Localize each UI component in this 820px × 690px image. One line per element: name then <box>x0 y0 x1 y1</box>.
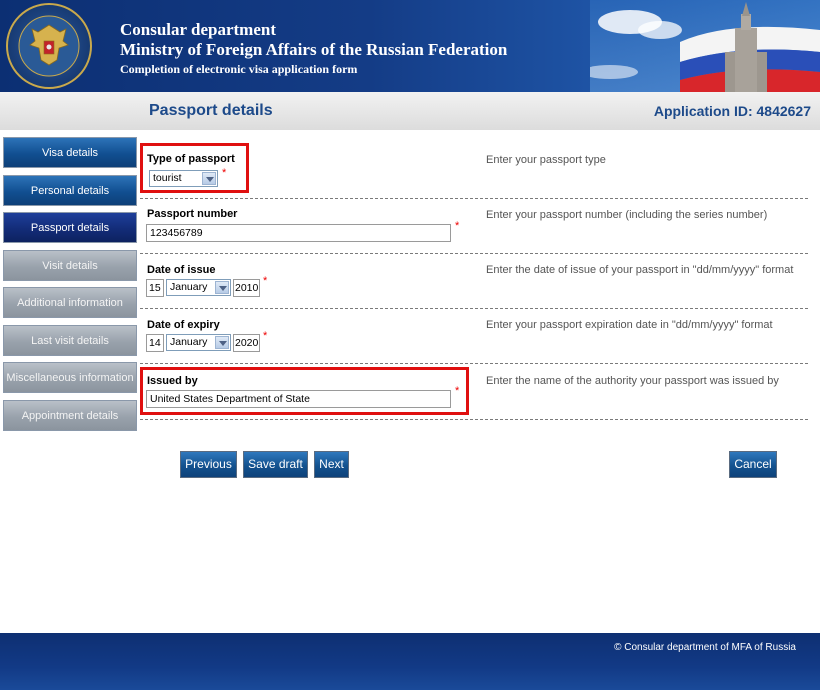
sidebar-nav: Visa details Personal details Passport d… <box>3 137 138 437</box>
date-of-expiry-month-value: January <box>170 336 208 348</box>
form-row-date-of-issue: Date of issue 15 January 2010 * Enter th… <box>140 254 808 309</box>
date-of-expiry-day-input[interactable]: 14 <box>146 334 164 352</box>
page-title: Passport details <box>149 102 273 119</box>
passport-number-input[interactable]: 123456789 <box>146 224 451 242</box>
footer-copyright: © Consular department of MFA of Russia <box>614 642 796 653</box>
date-of-issue-label: Date of issue <box>147 264 216 276</box>
date-of-expiry-year-input[interactable]: 2020 <box>233 334 260 352</box>
chevron-down-icon <box>215 336 229 349</box>
form-row-date-of-expiry: Date of expiry 14 January 2020 * Enter y… <box>140 309 808 364</box>
form-row-passport-number: Passport number 123456789 * Enter your p… <box>140 199 808 254</box>
header-department: Consular department <box>120 20 276 39</box>
required-marker: * <box>263 330 268 342</box>
chevron-down-icon <box>215 281 229 294</box>
section-header-bar: Passport details Application ID: 4842627 <box>0 92 820 130</box>
passport-number-hint: Enter your passport number (including th… <box>486 209 768 221</box>
date-of-issue-day-input[interactable]: 15 <box>146 279 164 297</box>
application-id: Application ID: 4842627 <box>653 103 811 119</box>
highlight-box-type-of-passport <box>140 143 249 193</box>
date-of-expiry-month-select[interactable]: January <box>166 334 231 351</box>
passport-number-label: Passport number <box>147 208 238 220</box>
date-of-expiry-hint: Enter your passport expiration date in "… <box>486 319 773 331</box>
site-header: Consular department Ministry of Foreign … <box>0 0 820 92</box>
cancel-button[interactable]: Cancel <box>729 451 777 478</box>
date-of-issue-year-input[interactable]: 2010 <box>233 279 260 297</box>
sidebar-item-visa-details[interactable]: Visa details <box>3 137 137 168</box>
page: Consular department Ministry of Foreign … <box>0 0 820 690</box>
date-of-expiry-label: Date of expiry <box>147 319 220 331</box>
site-footer: © Consular department of MFA of Russia <box>0 633 820 690</box>
flag-and-building-banner <box>590 0 820 92</box>
sidebar-item-appointment-details[interactable]: Appointment details <box>3 399 137 431</box>
required-marker: * <box>455 220 460 232</box>
previous-button[interactable]: Previous <box>180 451 237 478</box>
type-of-passport-hint: Enter your passport type <box>486 154 606 166</box>
sidebar-item-last-visit-details[interactable]: Last visit details <box>3 324 137 356</box>
header-ministry: Ministry of Foreign Affairs of the Russi… <box>120 40 508 59</box>
sidebar-item-personal-details[interactable]: Personal details <box>3 174 137 206</box>
sidebar-item-miscellaneous-information[interactable]: Miscellaneous information <box>3 362 137 393</box>
issued-by-hint: Enter the name of the authority your pas… <box>486 375 779 387</box>
sidebar-item-passport-details[interactable]: Passport details <box>3 212 137 243</box>
date-of-issue-hint: Enter the date of issue of your passport… <box>486 264 794 276</box>
sidebar-item-additional-information[interactable]: Additional information <box>3 287 137 318</box>
date-of-issue-month-select[interactable]: January <box>166 279 231 296</box>
next-button[interactable]: Next <box>314 451 349 478</box>
highlight-box-issued-by <box>140 367 469 415</box>
required-marker: * <box>263 275 268 287</box>
header-subtitle: Completion of electronic visa applicatio… <box>120 62 358 76</box>
sidebar-item-visit-details[interactable]: Visit details <box>3 249 137 281</box>
mfa-emblem-logo <box>6 3 92 89</box>
save-draft-button[interactable]: Save draft <box>243 451 308 478</box>
date-of-issue-month-value: January <box>170 281 208 293</box>
